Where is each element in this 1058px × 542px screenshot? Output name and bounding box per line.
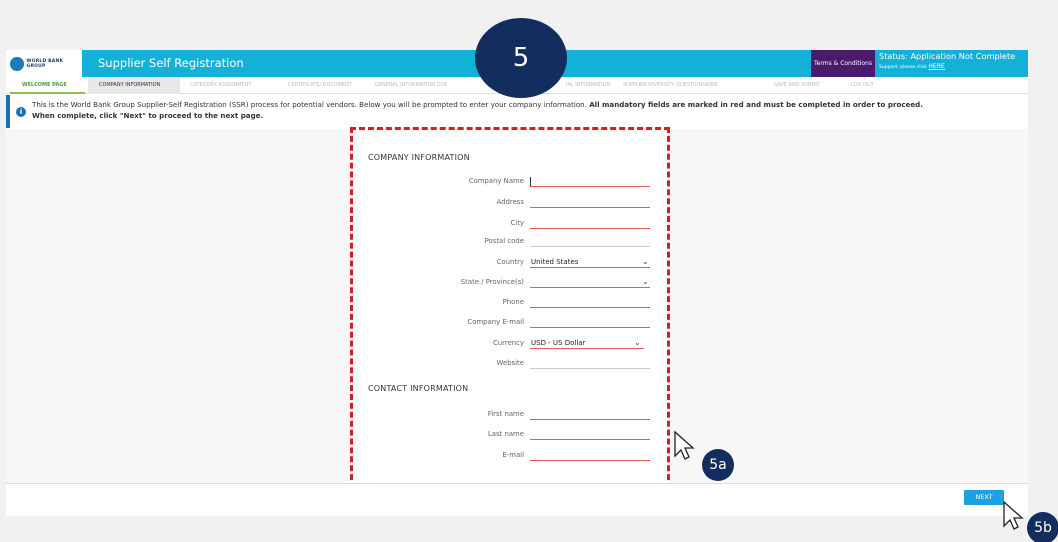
company-name-label: Company Name xyxy=(468,177,524,185)
currency-label: Currency xyxy=(492,339,524,347)
company-email-input[interactable] xyxy=(530,318,650,328)
info-icon: i xyxy=(16,107,26,117)
chevron-down-icon: ⌄ xyxy=(642,277,649,286)
company-section-title: COMPANY INFORMATION xyxy=(368,153,470,162)
terms-link[interactable]: Terms & Conditions xyxy=(811,50,875,77)
address-input[interactable] xyxy=(530,198,650,208)
world-bank-logo: WORLD BANK GROUP xyxy=(6,50,82,77)
company-email-label: Company E-mail xyxy=(467,318,524,326)
info-line-2: When complete, click "Next" to proceed t… xyxy=(32,110,264,120)
website-input[interactable] xyxy=(530,359,650,369)
next-button[interactable]: NEXT xyxy=(964,490,1004,505)
info-text: This is the World Bank Group Supplier-Se… xyxy=(32,100,587,109)
mouse-pointer-icon xyxy=(1003,500,1024,530)
tab-financial-information[interactable]: IAL INFORMATION xyxy=(566,82,610,88)
logo-text: WORLD BANK GROUP xyxy=(26,58,64,69)
contact-email-label: E-mail xyxy=(502,451,524,459)
mouse-pointer-icon xyxy=(674,430,695,460)
state-label: State / Province(s) xyxy=(460,278,524,286)
country-select[interactable]: United States ⌄ xyxy=(530,257,650,268)
website-label: Website xyxy=(496,359,524,367)
city-label: City xyxy=(510,219,524,227)
last-name-input[interactable] xyxy=(530,430,650,440)
tab-log-out[interactable]: LOG OUT xyxy=(851,82,874,88)
chevron-down-icon: ⌄ xyxy=(642,257,649,266)
postal-code-label: Postal code xyxy=(484,237,524,245)
globe-icon xyxy=(10,56,24,71)
phone-input[interactable] xyxy=(530,298,650,308)
nav-welcome-underline xyxy=(10,92,85,94)
tab-category-assignment[interactable]: CATEGORY ASSIGNMENT xyxy=(190,82,251,88)
tab-certificate-document[interactable]: CERTIFICATE/ DOCUMENT xyxy=(288,82,352,88)
support-text: Support: please click HERE xyxy=(879,63,1028,70)
chevron-down-icon: ⌄ xyxy=(634,338,641,347)
support-link[interactable]: HERE xyxy=(928,63,944,70)
step-badge-5a: 5a xyxy=(702,449,734,481)
step-badge-5b: 5b xyxy=(1027,512,1058,542)
city-input[interactable] xyxy=(530,219,650,229)
info-text-bold: All mandatory fields are marked in red a… xyxy=(589,100,923,109)
country-label: Country xyxy=(496,258,524,266)
postal-code-input[interactable] xyxy=(530,237,650,247)
tab-save-submit[interactable]: SAVE AND SUBMIT xyxy=(774,82,820,88)
status-panel: Status: Application Not Complete Support… xyxy=(875,51,1028,77)
first-name-label: First name xyxy=(487,410,524,418)
footer-bar xyxy=(6,483,1028,515)
country-value: United States xyxy=(531,258,579,266)
info-line-1: This is the World Bank Group Supplier-Se… xyxy=(32,100,1028,111)
contact-section-title: CONTACT INFORMATION xyxy=(368,384,469,393)
last-name-label: Last name xyxy=(487,430,524,438)
status-text: Status: Application Not Complete xyxy=(879,51,1016,61)
info-banner: i This is the World Bank Group Supplier-… xyxy=(6,95,1028,128)
tab-welcome[interactable]: WELCOME PAGE xyxy=(22,82,67,88)
tab-supplier-diversity[interactable]: SUPPLIER DIVERSITY QUESTIONNAIRE xyxy=(623,82,717,88)
currency-select[interactable]: USD - US Dollar ⌄ xyxy=(530,338,644,349)
first-name-input[interactable] xyxy=(530,410,650,420)
app-title: Supplier Self Registration xyxy=(98,56,244,70)
state-select[interactable]: ⌄ xyxy=(530,277,650,288)
address-label: Address xyxy=(496,198,524,206)
tab-company-information[interactable]: COMPANY INFORMATION xyxy=(99,82,160,88)
support-label: Support: please click xyxy=(879,65,927,70)
phone-label: Phone xyxy=(502,298,524,306)
company-name-input[interactable] xyxy=(530,177,650,187)
contact-email-input[interactable] xyxy=(530,451,650,461)
tab-general-information[interactable]: GENERAL INFORMATION QUE xyxy=(375,82,447,88)
step-badge: 5 xyxy=(475,18,567,98)
currency-value: USD - US Dollar xyxy=(531,339,586,347)
text-cursor xyxy=(530,177,531,186)
